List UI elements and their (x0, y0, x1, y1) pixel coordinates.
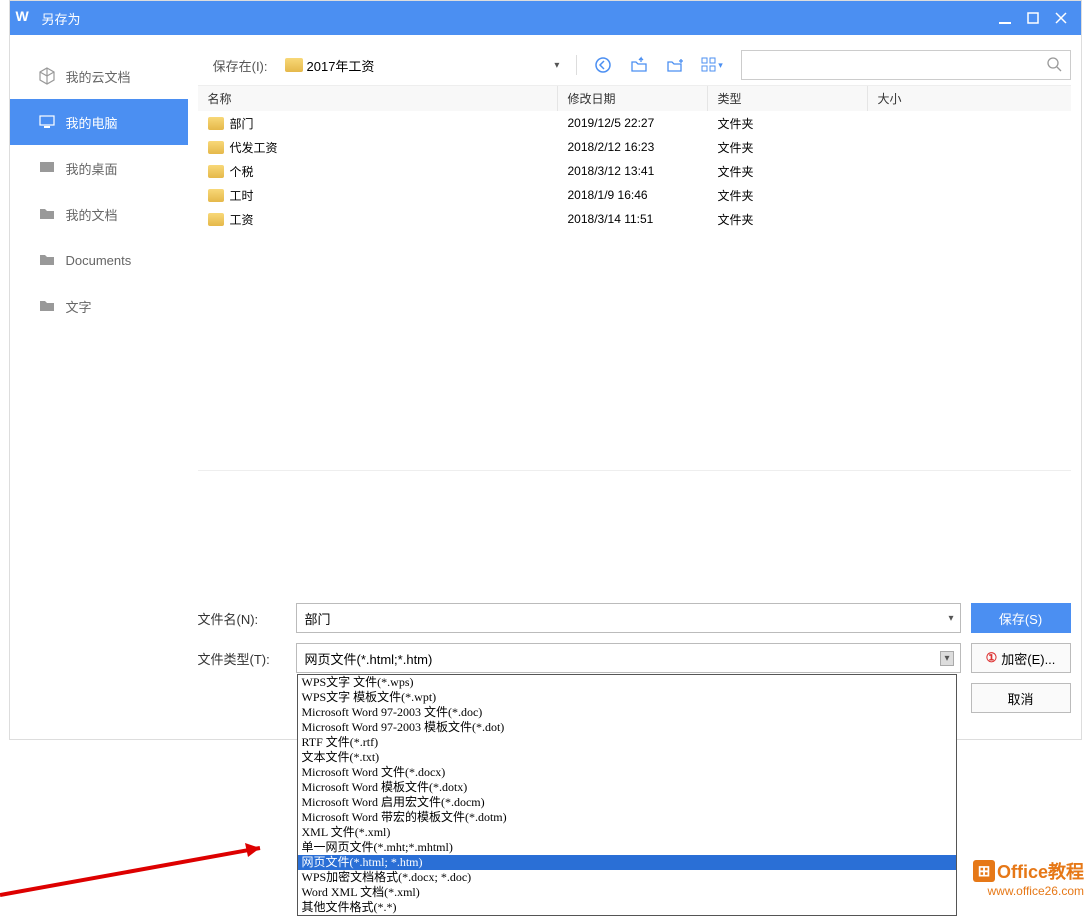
current-folder-name: 2017年工资 (307, 56, 375, 75)
column-type[interactable]: 类型 (708, 86, 868, 111)
filetype-dropdown[interactable]: 网页文件(*.html;*.htm) ▾ WPS文字 文件(*.wps)WPS文… (296, 643, 961, 673)
filetype-option[interactable]: WPS加密文档格式(*.docx; *.doc) (298, 870, 956, 885)
sidebar-item-text[interactable]: 文字 (10, 283, 188, 329)
column-name[interactable]: 名称 (198, 86, 558, 111)
desktop-icon (38, 159, 56, 177)
main-panel: 保存在(I): 2017年工资 ▾ ▾ 名称 (188, 35, 1081, 739)
sidebar-item-label: 我的云文档 (66, 67, 131, 86)
sidebar-item-mydocs[interactable]: 我的文档 (10, 191, 188, 237)
folder-icon (208, 213, 224, 226)
sidebar-item-desktop[interactable]: 我的桌面 (10, 145, 188, 191)
folder-icon (38, 297, 56, 315)
column-date[interactable]: 修改日期 (558, 86, 708, 111)
monitor-icon (38, 113, 56, 131)
filetype-option[interactable]: Microsoft Word 启用宏文件(*.docm) (298, 795, 956, 810)
filetype-option[interactable]: Microsoft Word 带宏的模板文件(*.dotm) (298, 810, 956, 825)
sidebar-item-computer[interactable]: 我的电脑 (10, 99, 188, 145)
folder-icon (208, 189, 224, 202)
sidebar-item-documents[interactable]: Documents (10, 237, 188, 283)
file-row[interactable]: 工资2018/3/14 11:51文件夹 (198, 207, 1071, 231)
folder-dropdown[interactable]: 2017年工资 ▾ (280, 53, 565, 78)
sidebar-item-label: 文字 (66, 297, 92, 316)
warning-icon: ① (986, 650, 998, 666)
filename-input[interactable]: 部门 ▾ (296, 603, 961, 633)
folder-icon (208, 165, 224, 178)
close-button[interactable] (1047, 5, 1075, 31)
filetype-label: 文件类型(T): (198, 649, 286, 668)
search-input[interactable] (741, 50, 1071, 80)
back-button[interactable] (589, 51, 617, 79)
filetype-option[interactable]: 文本文件(*.txt) (298, 750, 956, 765)
sidebar-item-label: Documents (66, 253, 132, 268)
cancel-button[interactable]: 取消 (971, 683, 1071, 713)
bottom-fields: 文件名(N): 部门 ▾ 保存(S) 文件类型(T): 网页文件(*.html;… (198, 593, 1071, 739)
sidebar-item-cloud[interactable]: 我的云文档 (10, 53, 188, 99)
folder-icon (208, 141, 224, 154)
titlebar[interactable]: W 另存为 (10, 1, 1081, 35)
view-button[interactable]: ▾ (697, 51, 725, 79)
file-row[interactable]: 部门2019/12/5 22:27文件夹 (198, 111, 1071, 135)
sidebar-item-label: 我的电脑 (66, 113, 118, 132)
folder-icon (208, 117, 224, 130)
filetype-option[interactable]: 网页文件(*.html; *.htm) (298, 855, 956, 870)
chevron-down-icon[interactable]: ▾ (940, 651, 953, 666)
annotation-arrow (0, 810, 280, 900)
file-list-header: 名称 修改日期 类型 大小 (198, 85, 1071, 111)
filetype-dropdown-list[interactable]: WPS文字 文件(*.wps)WPS文字 模板文件(*.wpt)Microsof… (297, 674, 957, 916)
filetype-option[interactable]: Microsoft Word 97-2003 文件(*.doc) (298, 705, 956, 720)
folder-icon (38, 251, 56, 269)
minimize-button[interactable] (991, 5, 1019, 31)
save-in-label: 保存在(I): (198, 56, 268, 75)
new-folder-button[interactable] (661, 51, 689, 79)
chevron-down-icon[interactable]: ▾ (948, 613, 953, 624)
filetype-option[interactable]: Word XML 文档(*.xml) (298, 885, 956, 900)
file-row[interactable]: 个税2018/3/12 13:41文件夹 (198, 159, 1071, 183)
sidebar: 我的云文档 我的电脑 我的桌面 我的文档 Documents 文字 (10, 35, 188, 739)
filetype-option[interactable]: RTF 文件(*.rtf) (298, 735, 956, 750)
sidebar-item-label: 我的桌面 (66, 159, 118, 178)
chevron-down-icon: ▾ (554, 60, 559, 71)
search-icon (1046, 56, 1062, 75)
sidebar-item-label: 我的文档 (66, 205, 118, 224)
watermark: ⊞Office教程 www.office26.com (973, 858, 1084, 898)
filetype-option[interactable]: Microsoft Word 文件(*.docx) (298, 765, 956, 780)
app-logo-icon: W (16, 8, 36, 28)
file-row[interactable]: 代发工资2018/2/12 16:23文件夹 (198, 135, 1071, 159)
file-list[interactable]: 部门2019/12/5 22:27文件夹代发工资2018/2/12 16:23文… (198, 111, 1071, 471)
office-logo-icon: ⊞ (973, 860, 995, 882)
filetype-option[interactable]: 其他文件格式(*.*) (298, 900, 956, 915)
encrypt-button[interactable]: ①加密(E)... (971, 643, 1071, 673)
filetype-option[interactable]: 单一网页文件(*.mht;*.mhtml) (298, 840, 956, 855)
window-title: 另存为 (42, 9, 991, 28)
folder-icon (285, 58, 303, 72)
toolbar: 保存在(I): 2017年工资 ▾ ▾ (198, 45, 1071, 85)
maximize-button[interactable] (1019, 5, 1047, 31)
save-as-dialog: W 另存为 我的云文档 我的电脑 我的桌面 我的文档 (9, 0, 1082, 740)
search-field[interactable] (750, 58, 1046, 73)
column-size[interactable]: 大小 (868, 86, 1071, 111)
file-row[interactable]: 工时2018/1/9 16:46文件夹 (198, 183, 1071, 207)
up-button[interactable] (625, 51, 653, 79)
folder-icon (38, 205, 56, 223)
filetype-option[interactable]: Microsoft Word 模板文件(*.dotx) (298, 780, 956, 795)
filename-label: 文件名(N): (198, 609, 286, 628)
filetype-option[interactable]: WPS文字 模板文件(*.wpt) (298, 690, 956, 705)
filetype-option[interactable]: WPS文字 文件(*.wps) (298, 675, 956, 690)
save-button[interactable]: 保存(S) (971, 603, 1071, 633)
filetype-option[interactable]: XML 文件(*.xml) (298, 825, 956, 840)
filetype-option[interactable]: Microsoft Word 97-2003 模板文件(*.dot) (298, 720, 956, 735)
cube-icon (38, 67, 56, 85)
